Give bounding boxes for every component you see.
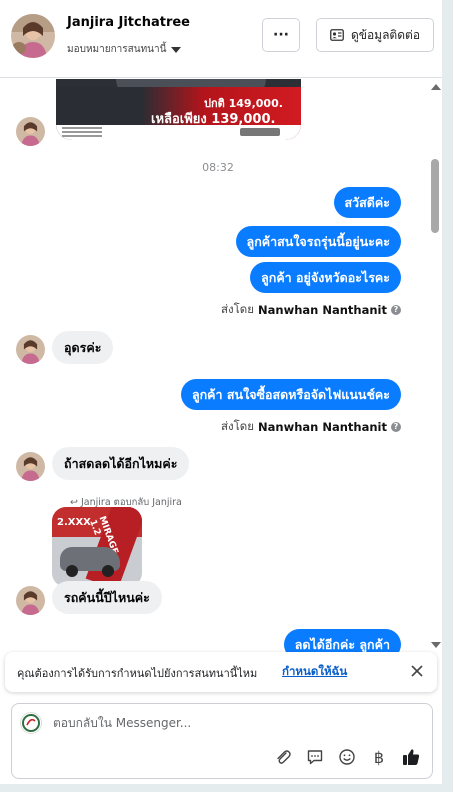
dealer-logo (240, 128, 280, 136)
contact-avatar-small (16, 452, 45, 481)
caret-down-icon (171, 46, 182, 53)
assign-notice-bar: คุณต้องการได้รับการกำหนดไปยังการสนทนานี้… (5, 652, 437, 692)
scroll-up-arrow-icon[interactable] (431, 84, 441, 90)
more-options-button[interactable]: ··· (262, 18, 300, 52)
outgoing-message[interactable]: ลูกค้าสนใจรถรุ่นนี้อยู่นะคะ (235, 226, 401, 257)
sent-by-name: Nanwhan Nanthanit (258, 303, 387, 317)
page-avatar (20, 712, 42, 734)
sent-by-prefix: ส่งโดย (220, 419, 255, 433)
contact-avatar[interactable] (11, 14, 55, 58)
assign-label: มอบหมายการสนทนานี้ (67, 44, 167, 55)
like-icon[interactable] (400, 746, 422, 768)
close-icon[interactable] (408, 662, 426, 680)
saved-replies-icon[interactable] (304, 746, 326, 768)
outgoing-message[interactable]: ลดได้อีกค่ะ ลูกค้า (283, 629, 401, 652)
contact-avatar-small (16, 117, 45, 146)
image-badge-text: 2.XXX (57, 517, 91, 528)
view-contact-label: ดูข้อมูลติดต่อ (350, 27, 421, 42)
emoji-icon[interactable] (336, 746, 358, 768)
window-edge (442, 0, 453, 792)
reply-input[interactable] (53, 716, 353, 730)
more-label: ··· (273, 27, 289, 43)
replied-car-image[interactable]: 2.XXX MIRAGE 1.2 (52, 507, 142, 587)
promo-footer (56, 125, 301, 140)
message-list[interactable]: ปกติ 149,000. เหลือเพียง 139,000. 08:32 … (0, 79, 442, 652)
contact-name[interactable]: Janjira Jitchatree (67, 15, 190, 30)
message-composer: ฿ (11, 703, 433, 779)
chat-header: Janjira Jitchatree มอบหมายการสนทนานี้ ··… (0, 0, 442, 78)
message-scrollbar[interactable] (428, 79, 442, 653)
view-contact-button[interactable]: ดูข้อมูลติดต่อ (316, 18, 434, 52)
sent-by-prefix: ส่งโดย (220, 302, 255, 316)
scroll-thumb[interactable] (431, 159, 439, 233)
contact-avatar-small (16, 335, 45, 364)
incoming-message[interactable]: ถ้าสดลดได้อีกไหมค่ะ (52, 447, 190, 480)
assign-to-me-link[interactable]: กำหนดให้ฉัน (282, 663, 347, 681)
incoming-message[interactable]: รถคันนี้ปีไหนค่ะ (52, 581, 162, 614)
outgoing-message[interactable]: ลูกค้า อยู่จังหวัดอะไรคะ (250, 262, 401, 293)
attach-icon[interactable] (272, 746, 294, 768)
assign-conversation-dropdown[interactable]: มอบหมายการสนทนานี้ (67, 42, 182, 57)
assign-notice-text: คุณต้องการได้รับการกำหนดไปยังการสนทนานี้… (17, 667, 258, 680)
chat-panel: Janjira Jitchatree มอบหมายการสนทนานี้ ··… (0, 0, 442, 784)
help-icon[interactable]: ? (391, 422, 401, 432)
sent-by-label: ส่งโดย Nanwhan Nanthanit ? (221, 418, 401, 436)
sent-by-label: ส่งโดย Nanwhan Nanthanit ? (221, 301, 401, 319)
outgoing-message[interactable]: ลูกค้า สนใจซื้อสดหรือจัดไฟแนนช์คะ (180, 379, 401, 410)
outgoing-message[interactable]: สวัสดีค่ะ (333, 187, 401, 218)
incoming-message[interactable]: อุดรค่ะ (52, 331, 114, 364)
contact-avatar-small (16, 586, 45, 615)
message-timestamp: 08:32 (202, 161, 234, 174)
car-promo-image[interactable]: ปกติ 149,000. เหลือเพียง 139,000. (56, 79, 301, 140)
window-edge (0, 784, 453, 792)
sent-by-name: Nanwhan Nanthanit (258, 420, 387, 434)
contact-card-icon (330, 29, 344, 41)
help-icon[interactable]: ? (391, 305, 401, 315)
scroll-down-arrow-icon[interactable] (431, 642, 441, 648)
payment-icon[interactable]: ฿ (368, 746, 390, 768)
